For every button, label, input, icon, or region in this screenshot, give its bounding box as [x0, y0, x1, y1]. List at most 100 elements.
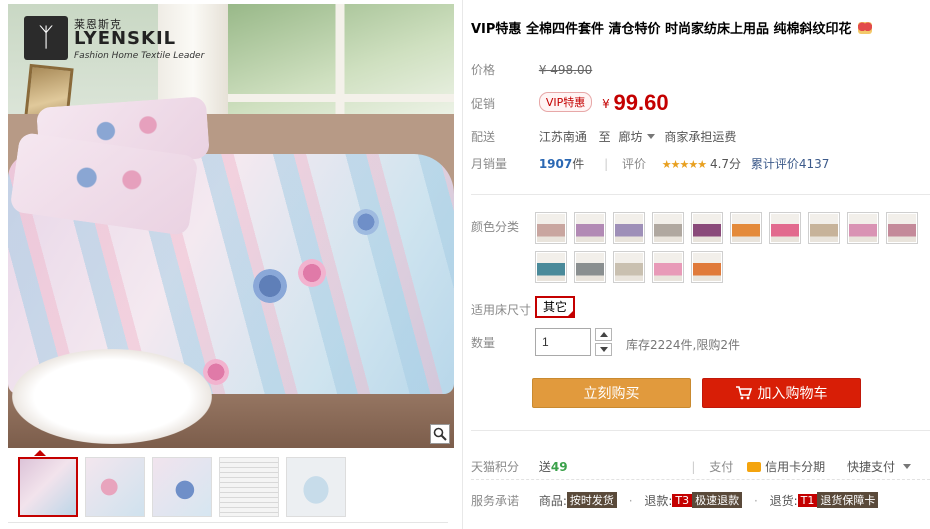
stock-note: 库存2224件,限购2件	[626, 338, 740, 352]
color-swatch-14[interactable]	[652, 251, 684, 283]
section-divider	[471, 430, 930, 431]
swatch-image	[537, 214, 565, 242]
separator: |	[691, 460, 696, 474]
zoom-button[interactable]	[430, 424, 450, 444]
size-option-selected[interactable]: 其它	[535, 296, 575, 318]
service-item3-tag[interactable]: 退货保障卡	[817, 492, 879, 508]
color-swatch-6[interactable]	[730, 212, 762, 244]
thumbnail-5[interactable]	[286, 457, 346, 517]
shipping-fee-note: 商家承担运费	[664, 130, 737, 144]
quantity-label: 数量	[471, 336, 496, 350]
rating-score: 4.7分	[709, 157, 742, 171]
quantity-increase-button[interactable]	[595, 328, 612, 341]
pay-label: 支付	[709, 460, 734, 474]
magnifier-icon	[433, 427, 447, 441]
sales-row: 月销量 1907件 | 评价 ★★★★★ 4.7分 累计评价4137	[471, 155, 829, 172]
promo-label: 促销	[471, 97, 496, 111]
chevron-down-icon[interactable]	[902, 464, 911, 469]
gift-icon	[857, 22, 872, 34]
buy-now-button[interactable]: 立刻购买	[532, 378, 691, 408]
color-label: 颜色分类	[471, 220, 520, 234]
color-swatch-4[interactable]	[652, 212, 684, 244]
thumbnail-2[interactable]	[85, 457, 145, 517]
flower-print	[298, 259, 326, 287]
service-item2-prefix: 退款:	[644, 494, 673, 508]
rating-label: 评价	[621, 157, 646, 171]
product-title: VIP特惠 全棉四件套件 清仓特价 时尚家纺床上用品 纯棉斜纹印花	[471, 18, 872, 37]
shipping-row: 配送 江苏南通 至 廊坊 商家承担运费	[471, 128, 736, 145]
add-to-cart-button[interactable]: 加入购物车	[702, 378, 861, 408]
thumbnail-strip	[8, 450, 448, 523]
color-swatch-15[interactable]	[691, 251, 723, 283]
flower-print	[353, 209, 379, 235]
points-label: 天猫积分	[471, 460, 520, 474]
color-swatch-10[interactable]	[886, 212, 918, 244]
product-detail-panel: VIP特惠 全棉四件套件 清仓特价 时尚家纺床上用品 纯棉斜纹印花 价格 ¥ 4…	[462, 0, 930, 529]
swatch-image	[810, 214, 838, 242]
size-label: 适用床尺寸	[471, 303, 532, 317]
service-item2-tag[interactable]: 极速退款	[692, 492, 743, 508]
color-swatch-7[interactable]	[769, 212, 801, 244]
service-item3-prefix: 退货:	[769, 494, 798, 508]
separator: ·	[628, 494, 633, 508]
product-gallery: ᛉ 莱恩斯克 LYENSKIL Fashion Home Textile Lea…	[0, 0, 462, 529]
points-value: 49	[550, 460, 568, 474]
swatch-image	[849, 214, 877, 242]
vip-badge: VIP特惠	[538, 92, 593, 112]
swatch-image	[693, 253, 721, 281]
thumbnail-divider	[8, 522, 448, 523]
shipping-label: 配送	[471, 130, 496, 144]
quantity-input[interactable]: 1	[535, 328, 591, 356]
product-title-text: VIP特惠 全棉四件套件 清仓特价 时尚家纺床上用品 纯棉斜纹印花	[471, 22, 852, 37]
fur-rug	[12, 349, 212, 444]
ship-to-select[interactable]: 廊坊	[619, 130, 643, 144]
color-swatch-12[interactable]	[574, 251, 606, 283]
color-swatch-1[interactable]	[535, 212, 567, 244]
color-swatch-13[interactable]	[613, 251, 645, 283]
cart-icon	[735, 386, 752, 400]
swatch-image	[576, 214, 604, 242]
service-label: 服务承诺	[471, 494, 520, 508]
star-rating-icon: ★★★★★	[661, 158, 707, 171]
color-swatch-5[interactable]	[691, 212, 723, 244]
color-swatch-2[interactable]	[574, 212, 606, 244]
main-product-image[interactable]: ᛉ 莱恩斯克 LYENSKIL Fashion Home Textile Lea…	[8, 4, 454, 448]
brand-name-en: LYENSKIL	[74, 28, 177, 49]
credit-card-icon	[747, 462, 762, 472]
chevron-down-icon[interactable]	[646, 134, 655, 139]
sales-count: 1907	[538, 157, 573, 171]
section-divider	[471, 194, 930, 195]
points-prefix: 送	[538, 460, 551, 474]
service-item1-tag[interactable]: 按时发货	[566, 492, 617, 508]
quantity-decrease-button[interactable]	[595, 343, 612, 356]
panel-divider	[462, 0, 463, 529]
section-divider	[471, 479, 930, 480]
chevron-up-icon	[599, 332, 608, 337]
review-total-link[interactable]: 累计评价4137	[751, 157, 830, 171]
service-item2-code: T3	[672, 494, 693, 507]
color-swatch-8[interactable]	[808, 212, 840, 244]
swatch-image	[615, 253, 643, 281]
color-swatch-3[interactable]	[613, 212, 645, 244]
thumbnail-1[interactable]	[18, 457, 78, 517]
thumbnail-4[interactable]	[219, 457, 279, 517]
quantity-row: 数量	[471, 334, 535, 351]
color-swatch-9[interactable]	[847, 212, 879, 244]
sales-unit: 件	[572, 157, 585, 171]
promo-price: 99.60	[613, 90, 669, 115]
swatch-image	[693, 214, 721, 242]
swatch-image	[576, 253, 604, 281]
credit-installment-link[interactable]: 信用卡分期	[765, 460, 825, 474]
color-swatch-11[interactable]	[535, 251, 567, 283]
swatch-image	[654, 214, 682, 242]
ship-from: 江苏南通	[538, 130, 587, 144]
add-to-cart-label: 加入购物车	[757, 386, 828, 402]
buy-now-label: 立刻购买	[583, 386, 640, 402]
quick-pay-select[interactable]: 快捷支付	[847, 460, 895, 474]
swatch-image	[771, 214, 799, 242]
thumbnail-3[interactable]	[152, 457, 212, 517]
ship-to-word: 至	[598, 130, 611, 144]
separator: |	[604, 157, 609, 171]
active-thumb-indicator	[34, 450, 46, 456]
brand-logo: ᛉ 莱恩斯克 LYENSKIL Fashion Home Textile Lea…	[16, 10, 204, 62]
